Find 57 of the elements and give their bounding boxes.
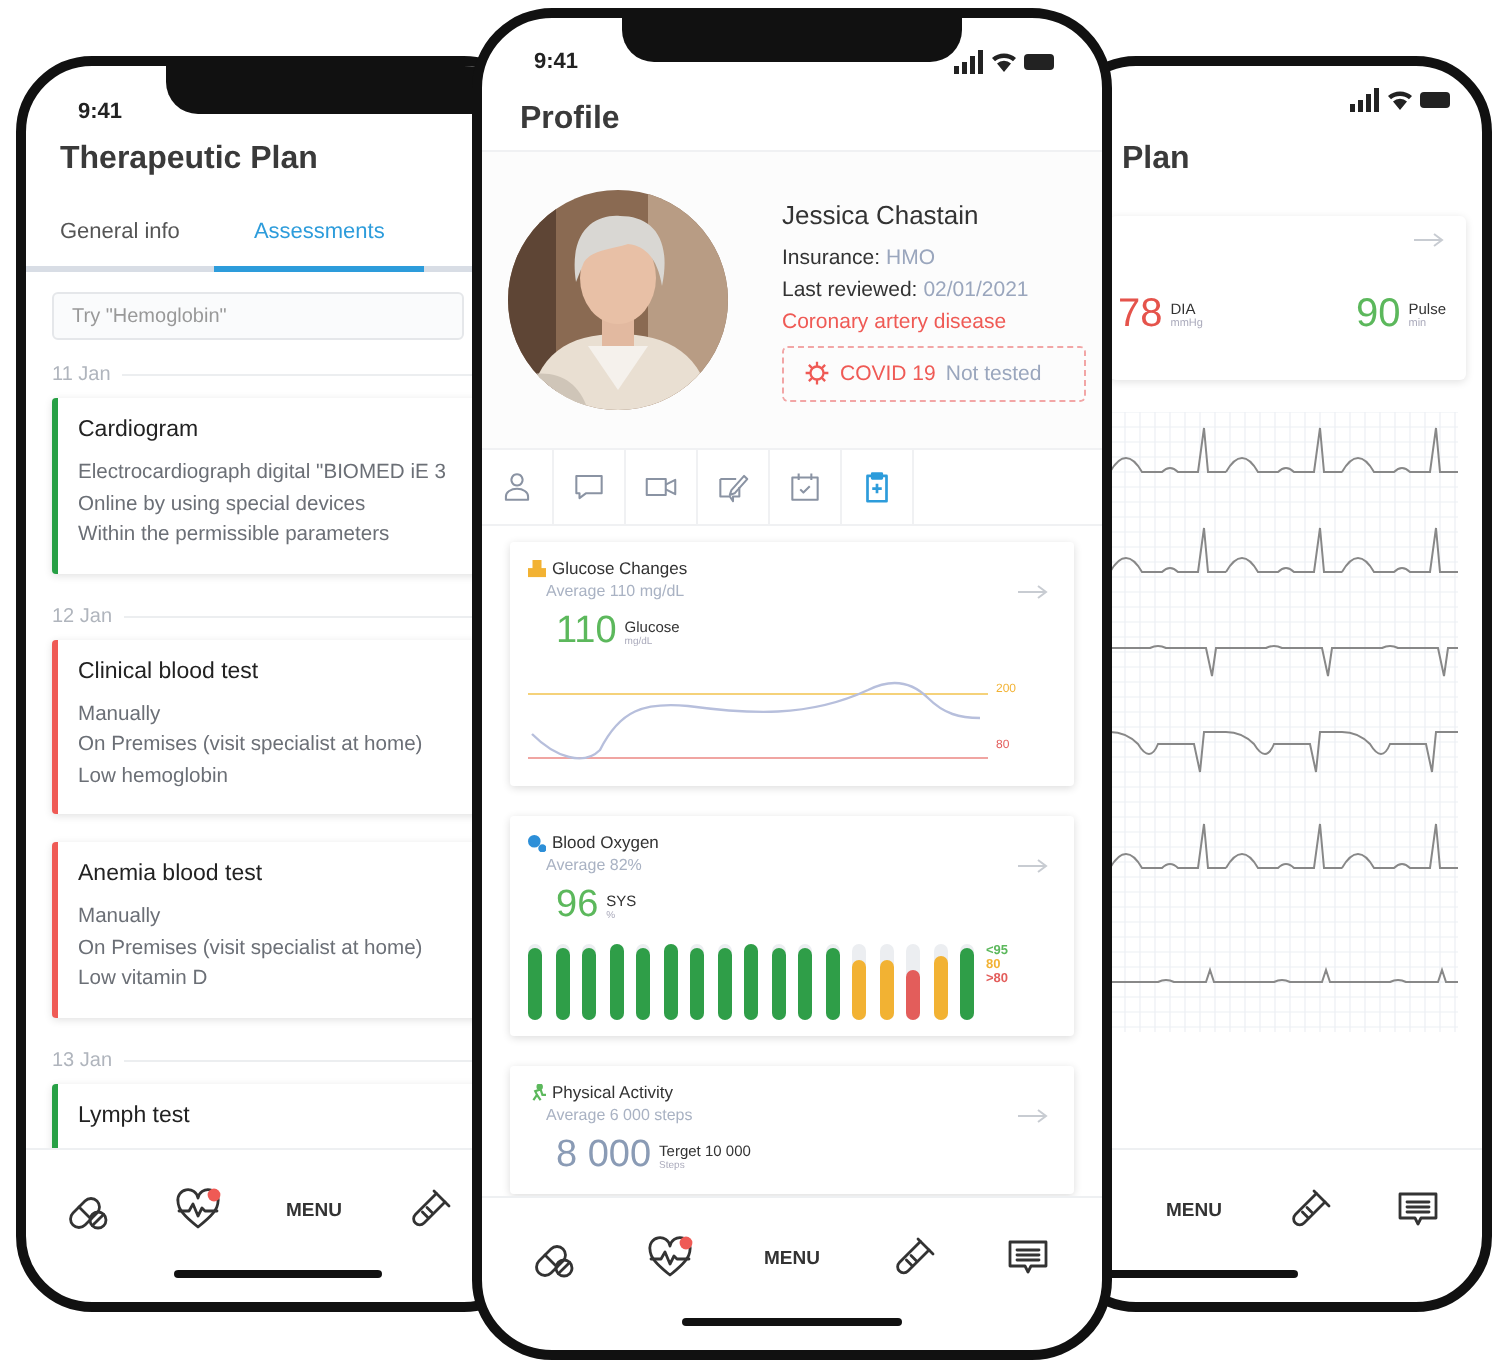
assessment-detail: On Premises (visit specialist at home) [78,732,425,760]
assessment-title: Lymph test [78,1103,192,1127]
date-label: 13 Jan [52,1049,113,1071]
calendar-icon [786,468,824,506]
arrow-icon[interactable] [1018,858,1050,874]
assessment-title: Cardiogram [78,418,201,442]
status-icons [954,50,1058,74]
menu-button[interactable]: MENU [1162,1195,1226,1225]
assessment-detail: Electrocardiograph digital "BIOMED iE 3 [78,460,448,488]
tab[interactable]: General info [26,196,214,272]
card-title: Physical Activity [552,1082,673,1102]
assessment-title: Clinical blood test [78,659,261,683]
runner-icon [528,1083,546,1101]
assessment-detail: Manually [78,701,163,729]
status-icons [1350,87,1454,111]
diagnosis-text: Coronary artery disease [782,309,1009,333]
status-time: 9:41 [534,50,579,74]
card-subtitle: Average 6 000 steps [546,1106,693,1124]
covid-status: Not tested [945,361,1042,385]
assessment-detail: Low vitamin D [78,966,210,994]
assessment-detail: Low hemoglobin [78,763,230,791]
oxygen-icon [528,833,546,851]
menu-button[interactable]: MENU [760,1243,824,1273]
card-subtitle: Average 110 mg/dL [546,582,687,600]
screen-title: Therapeutic Plan [60,142,318,178]
assessment-detail: Manually [78,904,163,932]
search-field[interactable]: Try "Hemoglobin" [52,292,464,340]
reading-value: 78 [1118,292,1163,338]
card-subtitle: Average 82% [546,856,644,874]
metric-value: 110 [556,610,617,654]
virus-icon [804,360,830,386]
assessment-title: Anemia blood test [78,862,265,886]
assessment-detail: Online by using special devices [78,491,368,519]
patient-name: Jessica Chastain [782,199,981,229]
assessment-detail: On Premises (visit specialist at home) [78,935,425,963]
field-label: Insurance: [782,245,881,269]
date-label: 11 Jan [52,364,111,386]
field-label: Last reviewed: [782,277,918,301]
menu-button[interactable]: MENU [282,1195,346,1225]
metric-value: 96 [556,884,599,928]
heart-pulse-icon[interactable] [645,1234,694,1282]
metric-value: 8 000 [556,1134,652,1178]
covid-label: COVID 19 [840,361,936,385]
field-value: HMO [886,245,936,269]
arrow-icon[interactable] [1018,584,1050,600]
field-value: 02/01/2021 [923,277,1029,301]
screen-title: Profile [520,102,620,138]
assessment-detail: Within the permissible parameters [78,522,392,550]
card-title: Glucose Changes [552,558,688,578]
date-label: 12 Jan [52,605,113,627]
heart-pulse-icon[interactable] [174,1186,222,1234]
card-title: Blood Oxygen [552,832,659,852]
reading-value: 90 [1355,292,1401,338]
status-time: 9:41 [78,100,123,124]
arrow-icon[interactable] [1018,1108,1050,1124]
screen-title: Plan [1122,142,1190,178]
arrow-icon[interactable] [1414,232,1446,248]
